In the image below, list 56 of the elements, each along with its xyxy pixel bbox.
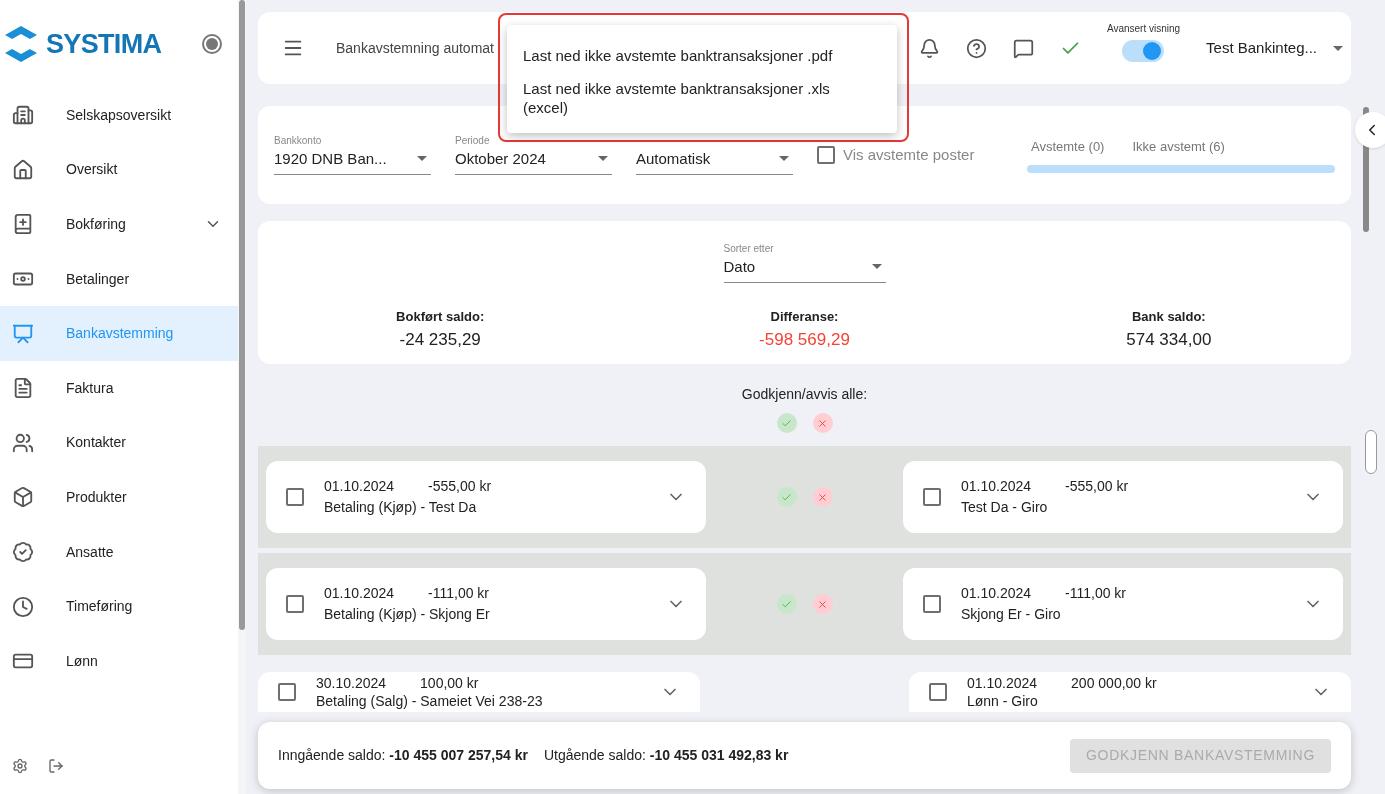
transaction-date: 01.10.2024 xyxy=(961,477,1032,496)
sidebar-item[interactable]: Kontakter xyxy=(0,415,238,471)
transaction-card[interactable]: 30.10.2024 100,00 kr Betaling (Salg) - Sameiet Vei 238-23 xyxy=(258,672,700,712)
approve-all-label: Godkjenn/avvis alle: xyxy=(741,385,868,404)
transaction-date: 01.10.2024 xyxy=(961,584,1032,603)
balance-label: Differanse: xyxy=(770,308,839,326)
menu-item[interactable]: Last ned ikke avstemte banktransaksjoner .xls (excel) xyxy=(523,79,863,117)
sidebar-item[interactable]: Selskapsoversikt xyxy=(0,88,238,143)
page-title: Bankavstemning automat xyxy=(336,38,494,58)
menu-item[interactable]: Last ned ikke avstemte banktransaksjoner .pdf xyxy=(523,46,863,65)
tab[interactable]: Avstemte (0) xyxy=(1031,137,1105,157)
transaction-date: 01.10.2024 xyxy=(324,584,395,603)
sidebar-item[interactable]: Betalinger xyxy=(0,251,238,307)
transaction-amount: -111,00 kr xyxy=(1065,584,1127,603)
sidebar-item[interactable]: Oversikt xyxy=(0,142,238,198)
transaction-description: Betaling (Salg) - Sameiet Vei 238-23 xyxy=(316,692,544,710)
transaction-amount: -111,00 kr xyxy=(428,584,490,603)
transaction-amount: -555,00 kr xyxy=(1065,477,1129,496)
transaction-date: 01.10.2024 xyxy=(324,477,395,496)
transaction-card[interactable]: 01.10.2024 -555,00 kr Betaling (Kjøp) - Test Da xyxy=(266,461,706,533)
transaction-card[interactable]: 01.10.2024 -111,00 kr Betaling (Kjøp) - Skjong Er xyxy=(266,568,706,640)
sidebar-item[interactable]: Produkter xyxy=(0,470,238,525)
transaction-description: Betaling (Kjøp) - Skjong Er xyxy=(324,605,491,624)
transaction-description: Betaling (Kjøp) - Test Da xyxy=(324,498,478,517)
transaction-description: Skjong Er - Giro xyxy=(961,605,1062,624)
balance-value: -598 569,29 xyxy=(759,328,850,351)
transaction-card[interactable]: 01.10.2024 200 000,00 kr Lønn - Giro xyxy=(909,672,1351,712)
toggle-label: Avansert visning xyxy=(1106,21,1181,36)
transaction-date: 30.10.2024 xyxy=(316,674,387,692)
sort-select[interactable]: Sorter etter Dato xyxy=(723,241,886,283)
brand-name: SYSTIMA xyxy=(46,27,162,61)
balance-label: Bokført saldo: xyxy=(396,308,485,326)
select-field[interactable]: Periode Oktober 2024 xyxy=(455,135,612,175)
sidebar-item[interactable]: Timeføring xyxy=(0,579,238,634)
transaction-amount: 200 000,00 kr xyxy=(1071,674,1157,692)
transaction-card[interactable]: 01.10.2024 -555,00 kr Test Da - Giro xyxy=(903,461,1343,533)
balance-value: -24 235,29 xyxy=(399,328,481,351)
transaction-description: Test Da - Giro xyxy=(961,498,1049,517)
select-field[interactable]: Bankkonto 1920 DNB Ban... xyxy=(274,135,431,175)
balance-value: 574 334,00 xyxy=(1126,328,1212,351)
transaction-description: Lønn - Giro xyxy=(967,692,1039,710)
transaction-date: 01.10.2024 xyxy=(967,674,1038,692)
balance-label: Bank saldo: xyxy=(1132,308,1206,326)
opening-balance: Inngående saldo: -10 455 007 257,54 kr xyxy=(278,746,528,765)
tab[interactable]: Ikke avstemt (6) xyxy=(1132,137,1225,157)
sidebar-item[interactable]: Faktura xyxy=(0,360,238,416)
select-field[interactable]: Automatisk xyxy=(636,135,793,175)
sidebar-item[interactable]: Ansatte xyxy=(0,524,238,580)
company-select[interactable]: Test Bankinteg... xyxy=(1206,36,1343,60)
sidebar-item[interactable]: Lønn xyxy=(0,633,238,689)
transaction-amount: 100,00 kr xyxy=(420,674,479,692)
sidebar-item[interactable]: Bokføring xyxy=(0,197,238,252)
transaction-amount: -555,00 kr xyxy=(428,477,492,496)
transaction-card[interactable]: 01.10.2024 -111,00 kr Skjong Er - Giro xyxy=(903,568,1343,640)
closing-balance: Utgående saldo: -10 455 031 492,83 kr xyxy=(543,746,789,765)
checkbox-label: Vis avstemte poster xyxy=(843,144,975,165)
